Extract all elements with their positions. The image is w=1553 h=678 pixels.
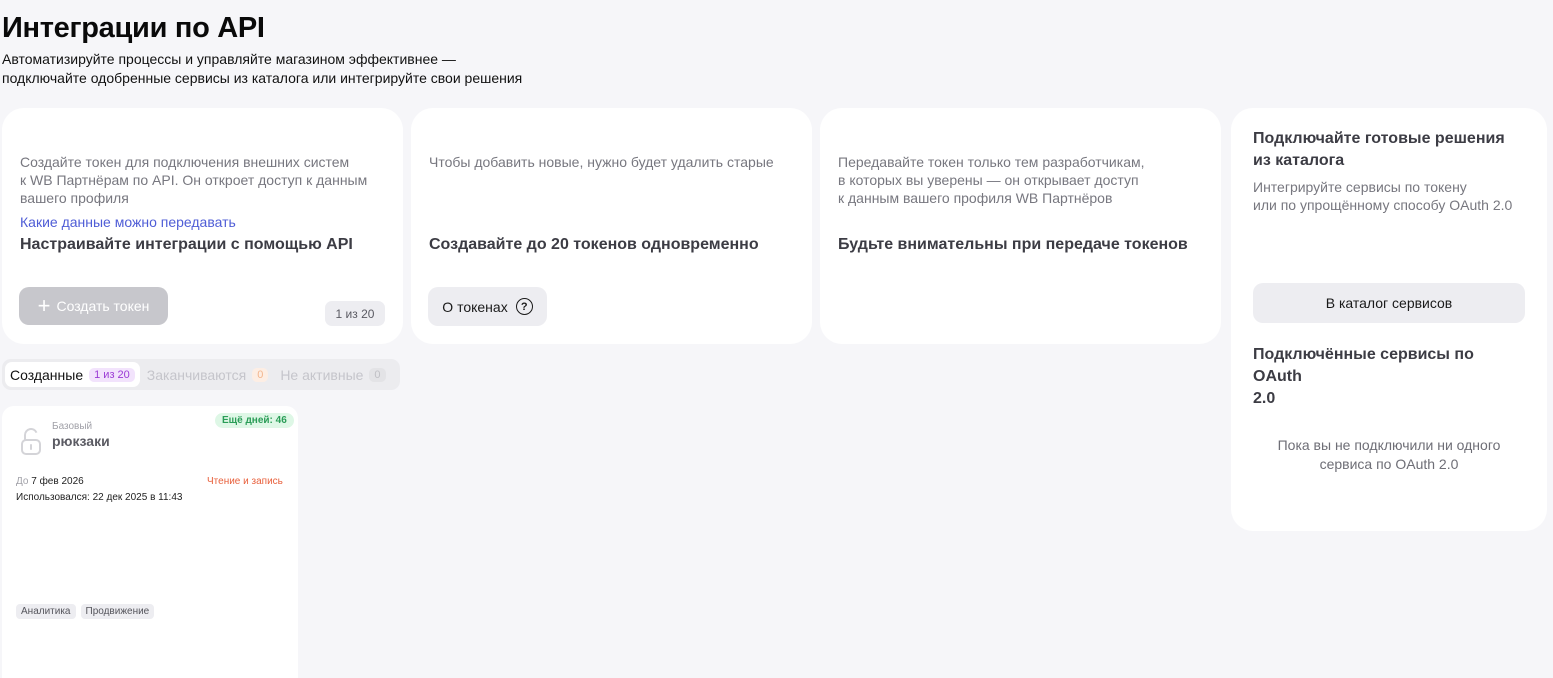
catalog-text-line-2: или по упрощённому способу OAuth 2.0 [1253,197,1513,213]
expiry-prefix: До [16,476,29,487]
create-token-button[interactable]: + Создать токен [19,287,168,325]
tab-inactive[interactable]: Не активные 0 [275,362,390,387]
connected-services-title: Подключённые сервисы по OAuth 2.0 [1253,344,1513,410]
token-limit-card: Создавайте до 20 токенов одновременно Чт… [411,108,812,344]
tab-created[interactable]: Созданные 1 из 20 [5,362,140,387]
expiry-date: 7 фев 2026 [31,476,84,487]
token-name: рюкзаки [52,433,110,449]
tab-inactive-badge: 0 [369,367,386,382]
catalog-title-line-1: Подключайте готовые решения [1253,130,1505,147]
api-card-text-line-1: Создайте токен для подключения внешних с… [20,154,350,170]
empty-line-1: Пока вы не подключили ни одного [1277,437,1501,453]
create-token-label: Создать токен [56,298,150,314]
subtitle-line-1: Автоматизируйте процессы и управляйте ма… [2,51,456,67]
data-transfer-link[interactable]: Какие данные можно передавать [20,214,236,230]
api-info-card: Настраивайте интеграции с помощью API Со… [2,108,403,344]
empty-state-text: Пока вы не подключили ни одного сервиса … [1253,436,1525,474]
empty-line-2: сервиса по OAuth 2.0 [1319,456,1459,472]
limit-card-text: Чтобы добавить новые, нужно будет удалит… [429,154,774,170]
tab-expiring[interactable]: Заканчиваются 0 [142,362,274,387]
about-tokens-label: О токенах [442,298,508,315]
token-card[interactable]: Базовый рюкзаки Ещё дней: 46 До 7 фев 20… [2,406,298,678]
tab-created-badge: 1 из 20 [89,367,135,382]
days-left-badge: Ещё дней: 46 [215,413,294,428]
warning-card-text: Передавайте токен только тем разработчик… [838,153,1145,207]
api-card-text-line-3: вашего профиля [20,190,129,206]
tab-expiring-badge: 0 [252,367,269,382]
token-scopes: Аналитика Продвижение [16,604,155,619]
catalog-card-text: Интегрируйте сервисы по токену или по уп… [1253,178,1538,214]
about-tokens-button[interactable]: О токенах ? [428,287,547,326]
api-card-title: Настраивайте интеграции с помощью API [20,236,353,253]
scope-chip: Аналитика [16,604,76,619]
token-type: Базовый [52,421,93,432]
connected-title-line-2: 2.0 [1253,390,1276,407]
subtitle-line-2: подключайте одобренные сервисы из катало… [2,70,523,86]
warning-text-line-2: в которых вы уверены — он открывает дост… [838,172,1139,188]
catalog-title-line-2: из каталога [1253,152,1345,169]
catalog-card: Подключайте готовые решения из каталога … [1231,108,1547,531]
limit-card-title: Создавайте до 20 токенов одновременно [429,236,759,253]
warning-text-line-1: Передавайте токен только тем разработчик… [838,154,1145,170]
token-filter-tabs: Созданные 1 из 20 Заканчиваются 0 Не акт… [2,359,400,390]
tab-inactive-label: Не активные [280,366,364,383]
tab-expiring-label: Заканчиваются [146,366,247,383]
plus-icon: + [37,293,51,318]
warning-card-title: Будьте внимательны при передаче токенов [838,236,1188,253]
question-circle-icon: ? [515,298,533,315]
warning-text-line-3: к данным вашего профиля WB Партнёров [838,190,1113,206]
lock-open-icon [20,428,42,461]
security-warning-card: Будьте внимательны при передаче токенов … [820,108,1221,344]
api-card-text: Создайте токен для подключения внешних с… [20,153,367,207]
token-expiry: До 7 фев 2026 [16,476,84,487]
last-used: Использовался: 22 дек 2025 в 11:43 [16,492,183,503]
page-subtitle: Автоматизируйте процессы и управляйте ма… [2,50,522,88]
services-catalog-button[interactable]: В каталог сервисов [1253,283,1525,323]
connected-title-line-1: Подключённые сервисы по OAuth [1253,346,1474,385]
scope-chip: Продвижение [80,604,155,619]
api-card-text-line-2: к WB Партнёрам по API. Он откроет доступ… [20,172,368,188]
page-title: Интеграции по API [2,12,265,44]
access-level: Чтение и запись [207,476,283,487]
catalog-text-line-1: Интегрируйте сервисы по токену [1253,179,1467,195]
catalog-card-title: Подключайте готовые решения из каталога [1253,128,1513,172]
token-counter-badge: 1 из 20 [325,301,385,326]
tab-created-label: Созданные [10,366,84,383]
